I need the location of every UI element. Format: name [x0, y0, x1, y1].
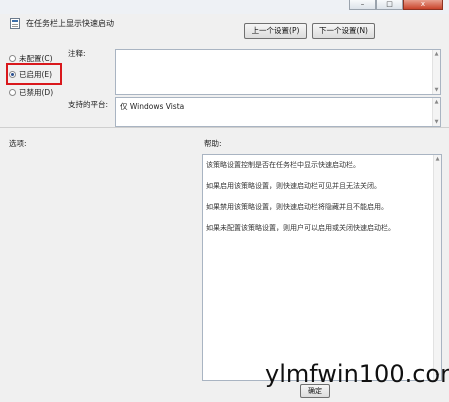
maximize-icon: □ — [386, 0, 393, 8]
maximize-button[interactable]: □ — [376, 0, 403, 10]
supported-on-scrollbar[interactable]: ▲ ▼ — [432, 98, 440, 126]
options-label: 选项: — [9, 139, 27, 148]
radio-disabled[interactable]: 已禁用(D) — [9, 86, 53, 98]
scroll-up-icon[interactable]: ▲ — [433, 50, 440, 58]
radio-label: 已禁用(D) — [19, 87, 54, 97]
supported-on-label: 支持的平台: — [68, 100, 109, 109]
minimize-icon: – — [360, 0, 365, 8]
scroll-up-icon[interactable]: ▲ — [434, 155, 441, 163]
help-panel: 该策略设置控制是否在任务栏中显示快速启动栏。 如果启用该策略设置，则快速启动栏可… — [202, 154, 442, 381]
section-divider — [0, 127, 449, 128]
policy-setting-icon — [10, 18, 20, 29]
supported-on-value: 仅 Windows Vista — [120, 102, 185, 111]
radio-button[interactable] — [9, 54, 16, 62]
comment-scrollbar[interactable]: ▲ ▼ — [432, 50, 440, 94]
scroll-down-icon[interactable]: ▼ — [433, 86, 440, 94]
help-paragraph: 如果未配置该策略设置，则用户可以启用或关闭快速启动栏。 — [206, 224, 395, 232]
minimize-button[interactable]: – — [349, 0, 376, 10]
help-paragraph: 如果启用该策略设置，则快速启动栏可见并且无法关闭。 — [206, 182, 381, 190]
help-paragraph: 该策略设置控制是否在任务栏中显示快速启动栏。 — [206, 161, 360, 169]
radio-label: 未配置(C) — [19, 53, 53, 63]
policy-title: 在任务栏上显示快速启动 — [26, 19, 114, 28]
help-paragraph: 如果禁用该策略设置，则快速启动栏将隐藏并且不能启用。 — [206, 203, 388, 211]
comment-label: 注释: — [68, 49, 86, 58]
enabled-highlight-box — [6, 63, 62, 85]
scroll-up-icon[interactable]: ▲ — [433, 98, 440, 106]
radio-button[interactable] — [9, 88, 16, 96]
previous-setting-button[interactable]: 上一个设置(P) — [244, 23, 307, 39]
watermark-text: ylmfwin100.com — [265, 360, 449, 388]
options-panel — [8, 154, 195, 381]
help-scrollbar[interactable]: ▲ ▼ — [433, 155, 441, 380]
close-icon: x — [420, 0, 426, 8]
close-button[interactable]: x — [403, 0, 443, 10]
help-label: 帮助: — [204, 139, 222, 148]
scroll-down-icon[interactable]: ▼ — [433, 118, 440, 126]
supported-on-field: 仅 Windows Vista ▲ ▼ — [115, 97, 441, 127]
comment-textarea[interactable]: ▲ ▼ — [115, 49, 441, 95]
next-setting-button[interactable]: 下一个设置(N) — [312, 23, 375, 39]
